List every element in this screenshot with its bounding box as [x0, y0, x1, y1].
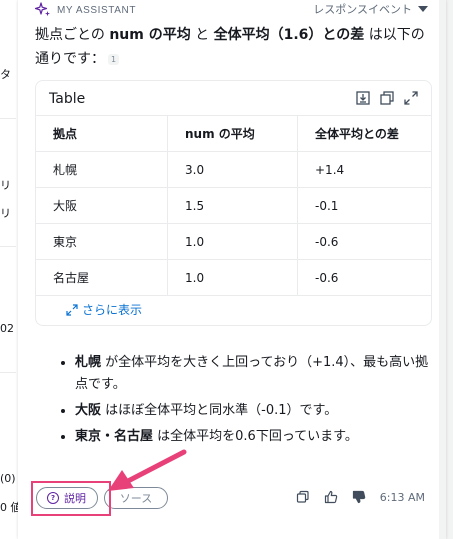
table-cell: 1.5 — [167, 187, 298, 224]
assistant-header: MY ASSISTANT — [35, 2, 136, 18]
copy-response-icon[interactable] — [296, 490, 310, 504]
table-panel: Table 拠点 num の平均 全体平均との差 札幌 3.0 +1.4 大阪 … — [35, 80, 432, 326]
table-cell: 3.0 — [167, 151, 298, 188]
table-row: 名古屋 1.0 -0.6 — [36, 259, 431, 296]
background-text-fragment: リ — [0, 207, 11, 220]
list-item-text: が全体平均を大きく上回っており（+1.4）、最も高い拠点です。 — [75, 355, 429, 392]
download-icon[interactable] — [355, 90, 371, 106]
intro-text: 拠点ごとの num の平均 と 全体平均（1.6）との差 は以下の通りです： 1 — [35, 23, 430, 71]
list-item-bold: 東京・名古屋 — [75, 429, 154, 444]
list-item: 東京・名古屋 は全体平均を0.6下回っています。 — [75, 426, 430, 448]
list-item-text: はほぼ全体平均と同水準（-0.1）です。 — [101, 403, 338, 418]
thumbs-up-icon[interactable] — [324, 490, 338, 504]
copy-icon[interactable] — [379, 90, 395, 106]
response-events-label: レスポンスイベント — [313, 3, 412, 16]
column-header: 全体平均との差 — [297, 115, 431, 152]
table-row: 札幌 3.0 +1.4 — [36, 151, 431, 188]
table-cell: 1.0 — [167, 259, 298, 296]
table-cell: +1.4 — [297, 151, 431, 188]
list-item: 大阪 はほぼ全体平均と同水準（-0.1）です。 — [75, 400, 430, 422]
intro-segment: と — [190, 27, 214, 43]
show-more-link[interactable]: さらに表示 — [66, 301, 142, 318]
response-actions: 6:13 AM — [296, 490, 425, 504]
list-item-bold: 札幌 — [75, 355, 102, 370]
highlight-annotation — [31, 481, 111, 516]
column-header: 拠点 — [36, 115, 168, 152]
thumbs-down-icon[interactable] — [352, 490, 366, 504]
divider — [0, 372, 16, 373]
background-text-fragment: リ — [0, 179, 11, 192]
intro-segment: 拠点ごとの — [35, 27, 110, 43]
caret-down-icon — [418, 6, 428, 12]
list-item: 札幌 が全体平均を大きく上回っており（+1.4）、最も高い拠点です。 — [75, 352, 430, 396]
expand-arrows-icon — [66, 303, 78, 316]
table-header-row: 拠点 num の平均 全体平均との差 — [36, 115, 431, 152]
table-actions — [355, 90, 419, 106]
intro-bold: 全体平均（1.6）との差 — [213, 27, 365, 43]
divider — [0, 118, 16, 119]
assistant-response-card: MY ASSISTANT レスポンスイベント 拠点ごとの num の平均 と 全… — [18, 0, 446, 539]
table-cell: 大阪 — [36, 187, 168, 224]
table-row: 大阪 1.5 -0.1 — [36, 187, 431, 224]
table-cell: -0.1 — [297, 187, 431, 224]
table-cell: -0.6 — [297, 223, 431, 260]
column-header: num の平均 — [167, 115, 298, 152]
divider — [0, 246, 16, 247]
table-title: Table — [49, 91, 86, 107]
list-item-bold: 大阪 — [75, 403, 102, 418]
source-button[interactable]: ソース — [104, 487, 168, 509]
citation-marker[interactable]: 1 — [108, 53, 120, 65]
summary-list: 札幌 が全体平均を大きく上回っており（+1.4）、最も高い拠点です。 大阪 はほ… — [35, 352, 430, 452]
background-panel: タ リ リ 02 (0) 0 値 — [0, 0, 22, 539]
table-cell: 東京 — [36, 223, 168, 260]
intro-bold: num の平均 — [109, 27, 191, 43]
sparkle-icon — [35, 2, 50, 17]
source-label: ソース — [119, 492, 153, 505]
table-row: 東京 1.0 -0.6 — [36, 223, 431, 260]
response-events-dropdown[interactable]: レスポンスイベント — [313, 1, 428, 17]
assistant-label: MY ASSISTANT — [57, 4, 137, 16]
show-more-label: さらに表示 — [82, 303, 143, 317]
screen: タ リ リ 02 (0) 0 値 MY ASSISTANT レスポンスイベント … — [0, 0, 453, 539]
table-cell: 1.0 — [167, 223, 298, 260]
background-text-fragment: 02 — [0, 322, 14, 335]
background-text-fragment: タ — [0, 68, 11, 81]
table-cell: -0.6 — [297, 259, 431, 296]
timestamp: 6:13 AM — [379, 490, 425, 504]
expand-icon[interactable] — [403, 90, 419, 106]
data-table: 拠点 num の平均 全体平均との差 札幌 3.0 +1.4 大阪 1.5 -0… — [36, 115, 431, 296]
table-cell: 札幌 — [36, 151, 168, 188]
scrollbar[interactable] — [439, 0, 446, 539]
table-cell: 名古屋 — [36, 259, 168, 296]
list-item-text: は全体平均を0.6下回っています。 — [153, 429, 358, 444]
background-text-fragment: (0) — [0, 472, 16, 485]
